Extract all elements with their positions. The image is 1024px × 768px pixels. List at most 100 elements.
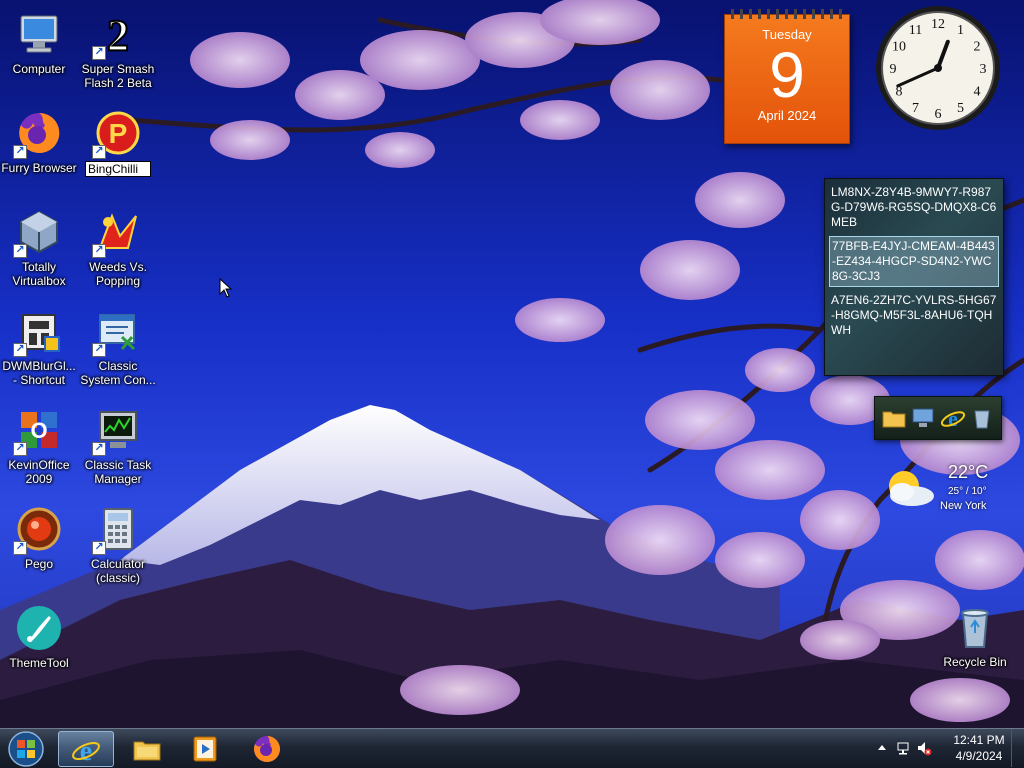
desktop-icon-label: Totally Virtualbox	[12, 260, 66, 288]
note-entry[interactable]: A7EN6-2ZH7C-YVLRS-5HG67-H8GMQ-M5F3L-8AHU…	[829, 291, 999, 340]
bingchilli-icon: P ↗	[92, 109, 142, 159]
show-desktop-button[interactable]	[1011, 729, 1024, 767]
firefox-icon: ↗	[13, 109, 63, 159]
svg-text:e: e	[948, 406, 958, 431]
network-icon[interactable]	[896, 740, 912, 756]
desktop-icon-pego[interactable]: ↗ Pego	[0, 499, 79, 591]
calculator-icon: ↗	[92, 505, 142, 555]
taskbar-button-media-player[interactable]	[178, 731, 234, 767]
tray-date: 4/9/2024	[955, 749, 1003, 763]
calendar-month-year: April 2024	[757, 108, 817, 123]
system-tray: 12:41 PM 4/9/2024	[874, 729, 1024, 767]
note-entry-selected[interactable]: 77BFB-E4JYJ-CMEAM-4B443-EZ434-4HGCP-SD4N…	[829, 236, 999, 287]
weather-city: New York	[940, 500, 987, 512]
shortcut-arrow-icon: ↗	[13, 442, 27, 456]
sticky-notes-gadget[interactable]: LM8NX-Z8Y4B-9MWY7-R987G-D79W6-RG5SQ-DMQX…	[824, 178, 1004, 376]
shortcut-arrow-icon: ↗	[92, 343, 106, 357]
mouse-cursor-icon	[219, 278, 233, 298]
virtualbox-icon: ↗	[13, 208, 63, 258]
system-config-icon: ↗	[92, 307, 142, 357]
desktop-icon-classic-task-manager[interactable]: ↗ Classic Task Manager	[78, 400, 158, 492]
note-entry[interactable]: LM8NX-Z8Y4B-9MWY7-R987G-D79W6-RG5SQ-DMQX…	[829, 183, 999, 232]
pego-icon: ↗	[13, 505, 63, 555]
desktop-icon-recycle-bin[interactable]: Recycle Bin	[935, 597, 1015, 689]
desktop-icon-label: Recycle Bin	[943, 655, 1007, 669]
firefox-icon	[254, 736, 280, 762]
desktop-icon-calculator[interactable]: ↗ Calculator (classic)	[78, 499, 158, 591]
desktop-icon-label: KevinOffice 2009	[8, 458, 70, 486]
computer-icon	[15, 10, 63, 58]
clock-gadget[interactable]: 12 1234567891011	[874, 4, 1002, 132]
clock-numeral: 4	[974, 85, 981, 100]
desktop-icon-themetool[interactable]: ThemeTool	[0, 598, 79, 690]
clock-numeral: 9	[890, 62, 897, 77]
desktop-icon-virtualbox[interactable]: ↗ Totally Virtualbox	[0, 202, 79, 294]
clock-numeral: 11	[909, 23, 922, 38]
desktop-icon-bingchilli[interactable]: P ↗	[78, 103, 158, 195]
shortcut-arrow-icon: ↗	[13, 145, 27, 159]
desktop-icon-label: Calculator (classic)	[90, 557, 146, 585]
start-button[interactable]	[4, 730, 48, 768]
desktop-icon-classic-system-config[interactable]: ↗ Classic System Con...	[78, 301, 158, 393]
clock-numeral: 1	[957, 23, 964, 38]
recycle-bin-icon[interactable]	[969, 405, 995, 431]
clock-numeral: 3	[980, 62, 987, 77]
desktop-icon-label: DWMBlurGl... - Shortcut	[2, 359, 76, 387]
desktop-icon-computer[interactable]: Computer	[0, 4, 79, 96]
desktop-icon-label: Pego	[24, 557, 54, 571]
themetool-icon	[15, 604, 63, 652]
shortcut-arrow-icon: ↗	[92, 541, 106, 555]
svg-text:e: e	[80, 736, 92, 765]
weather-range: 25° / 10°	[948, 486, 987, 497]
calendar-gadget[interactable]: Tuesday 9 April 2024	[724, 9, 850, 144]
task-manager-icon: ↗	[92, 406, 142, 456]
desktop-icon-label: Classic Task Manager	[84, 458, 152, 486]
taskbar-button-firefox[interactable]	[240, 731, 296, 767]
desktop-icon-weeds[interactable]: ↗ Weeds Vs. Popping	[78, 202, 158, 294]
shortcut-arrow-icon: ↗	[92, 244, 106, 258]
launcher-gadget: e	[874, 396, 1002, 440]
desktop-icon-dwmblur[interactable]: ↗ DWMBlurGl... - Shortcut	[0, 301, 79, 393]
clock-numeral: 7	[912, 101, 919, 116]
shortcut-arrow-icon: ↗	[13, 541, 27, 555]
calendar-day: 9	[769, 39, 805, 111]
network-icon[interactable]	[910, 405, 936, 431]
rename-input[interactable]	[85, 161, 151, 177]
desktop-icon-label: Computer	[12, 62, 66, 76]
internet-explorer-icon[interactable]: e	[940, 405, 966, 431]
shortcut-arrow-icon: ↗	[13, 343, 27, 357]
desktop-icon-kevinoffice[interactable]: O ↗ KevinOffice 2009	[0, 400, 79, 492]
desktop-icon-label: ThemeTool	[9, 656, 69, 670]
desktop-icon-label: Classic System Con...	[80, 359, 156, 387]
volume-muted-icon[interactable]	[916, 740, 932, 756]
tray-clock[interactable]: 12:41 PM 4/9/2024	[946, 732, 1012, 764]
calendar-rings	[731, 9, 843, 19]
shortcut-arrow-icon: ↗	[92, 442, 106, 456]
desktop-icon-label: Super Smash Flash 2 Beta	[81, 62, 155, 90]
clock-numeral: 10	[892, 40, 906, 55]
svg-text:2: 2	[107, 11, 129, 58]
taskbar-button-internet-explorer[interactable]: e	[58, 731, 114, 767]
tray-time: 12:41 PM	[953, 733, 1005, 747]
clock-numeral: 5	[957, 101, 964, 116]
media-player-icon	[193, 736, 217, 762]
recycle-bin-icon	[951, 603, 999, 651]
office-icon: O ↗	[13, 406, 63, 456]
desktop-icon-label: Weeds Vs. Popping	[89, 260, 147, 288]
svg-text:O: O	[30, 418, 47, 443]
folder-icon[interactable]	[881, 405, 907, 431]
desktop-icon-ssf2[interactable]: 2 ↗ Super Smash Flash 2 Beta	[78, 4, 158, 96]
taskbar: e 12:41 PM 4/9/2024	[0, 728, 1024, 768]
clock-numeral: 2	[974, 40, 981, 55]
shortcut-arrow-icon: ↗	[13, 244, 27, 258]
taskbar-button-explorer[interactable]	[120, 731, 176, 767]
weeds-icon: ↗	[92, 208, 142, 258]
desktop-icon-furry-browser[interactable]: ↗ Furry Browser	[0, 103, 79, 195]
show-hidden-icons-chevron-icon[interactable]	[874, 740, 890, 756]
dwmblur-icon: ↗	[13, 307, 63, 357]
shortcut-arrow-icon: ↗	[92, 145, 106, 159]
folder-icon	[133, 741, 161, 761]
svg-text:P: P	[109, 118, 128, 149]
shortcut-arrow-icon: ↗	[92, 46, 106, 60]
weather-gadget[interactable]: 22°C 25° / 10° New York	[878, 462, 1004, 518]
